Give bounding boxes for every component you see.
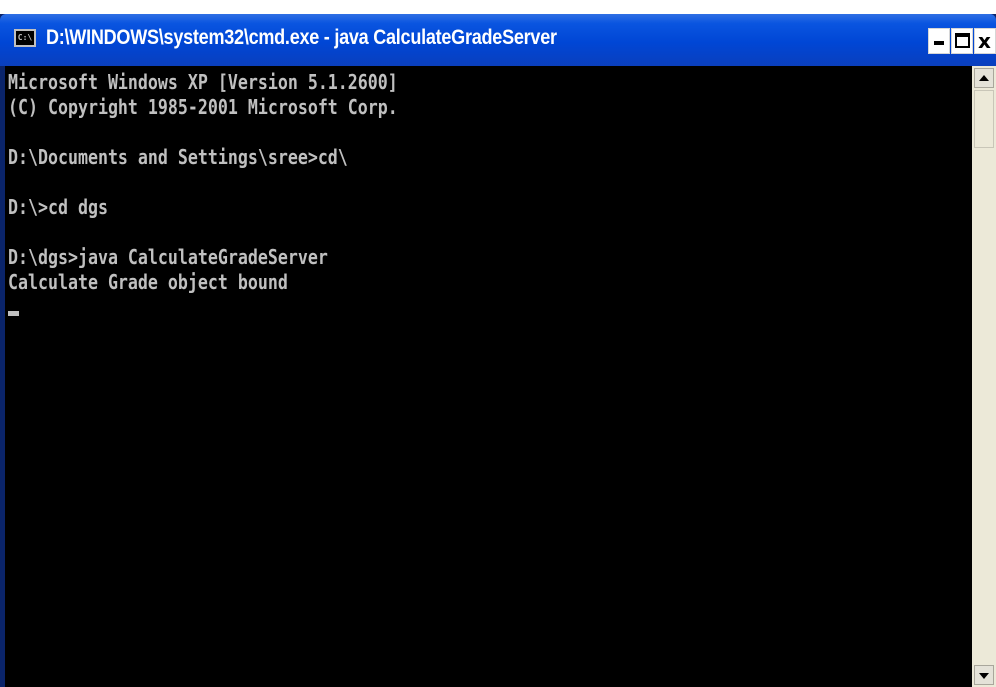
cmd-window: C:\ D:\WINDOWS\system32\cmd.exe - java C… [0, 14, 996, 687]
console-line: D:\>cd dgs [8, 195, 108, 219]
arrow-up-icon [979, 75, 989, 81]
close-button[interactable]: x [974, 28, 996, 54]
close-icon: x [978, 29, 991, 53]
console-line: D:\dgs>java CalculateGradeServer [8, 245, 328, 269]
window-title: D:\WINDOWS\system32\cmd.exe - java Calcu… [46, 26, 557, 49]
arrow-down-icon [979, 673, 989, 679]
maximize-icon [955, 33, 970, 48]
console-output[interactable]: Microsoft Windows XP [Version 5.1.2600] … [5, 66, 972, 687]
cmd-prompt-icon[interactable]: C:\ [14, 29, 36, 47]
minimize-icon [934, 41, 944, 45]
maximize-button[interactable] [951, 28, 973, 54]
minimize-button[interactable] [928, 28, 950, 54]
scroll-thumb[interactable] [974, 90, 994, 148]
console-line: (C) Copyright 1985-2001 Microsoft Corp. [8, 95, 398, 119]
title-bar[interactable]: C:\ D:\WINDOWS\system32\cmd.exe - java C… [0, 14, 996, 66]
console-line: Calculate Grade object bound [8, 270, 288, 294]
vertical-scrollbar[interactable] [972, 66, 996, 687]
text-cursor [8, 311, 19, 316]
scroll-up-button[interactable] [974, 68, 994, 88]
console-line: D:\Documents and Settings\sree>cd\ [8, 145, 348, 169]
scroll-down-button[interactable] [974, 665, 994, 685]
console-line: Microsoft Windows XP [Version 5.1.2600] [8, 70, 398, 94]
